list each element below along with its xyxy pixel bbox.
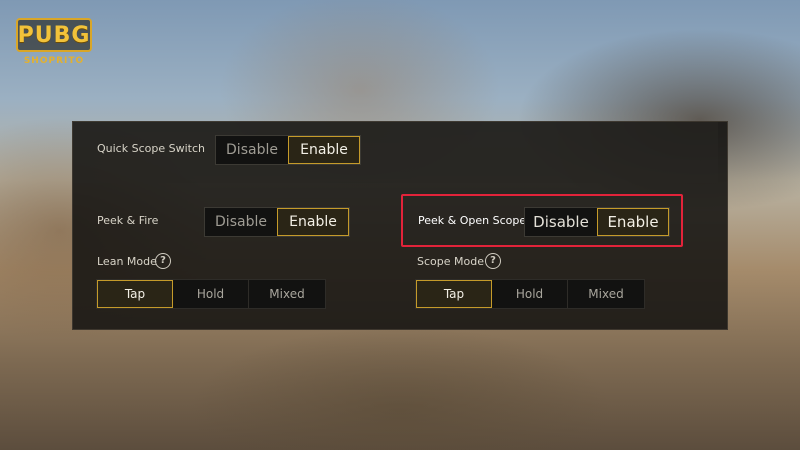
lean-mode-label: Lean Mode: [97, 255, 157, 268]
lean-mode-hold-button[interactable]: Hold: [173, 280, 249, 308]
quick-scope-enable-button[interactable]: Enable: [288, 136, 360, 164]
peek-fire-toggle: Disable Enable: [204, 207, 350, 237]
scope-mode-tap-button[interactable]: Tap: [416, 280, 492, 308]
quick-scope-disable-button[interactable]: Disable: [216, 136, 288, 164]
logo-subtext: SHOPRITO: [23, 56, 85, 66]
quick-scope-switch-label: Quick Scope Switch: [97, 142, 205, 155]
question-mark-circle-icon[interactable]: ?: [485, 253, 501, 269]
lean-mode-tap-button[interactable]: Tap: [97, 280, 173, 308]
logo-badge: PUBG: [16, 18, 92, 52]
logo-text: PUBG: [17, 22, 91, 48]
scope-mode-label: Scope Mode: [417, 255, 484, 268]
lean-mode-mixed-button[interactable]: Mixed: [249, 280, 325, 308]
scope-mode-hold-button[interactable]: Hold: [492, 280, 568, 308]
scope-mode-mixed-button[interactable]: Mixed: [568, 280, 644, 308]
lean-mode-segmented: Tap Hold Mixed: [96, 279, 326, 309]
pubg-logo: PUBG SHOPRITO: [12, 14, 96, 74]
question-mark-circle-icon[interactable]: ?: [155, 253, 171, 269]
scope-mode-segmented: Tap Hold Mixed: [415, 279, 645, 309]
highlight-box: [401, 194, 683, 247]
quick-scope-switch-toggle: Disable Enable: [215, 135, 361, 165]
peek-fire-disable-button[interactable]: Disable: [205, 208, 277, 236]
peek-fire-label: Peek & Fire: [97, 214, 159, 227]
peek-fire-enable-button[interactable]: Enable: [277, 208, 349, 236]
